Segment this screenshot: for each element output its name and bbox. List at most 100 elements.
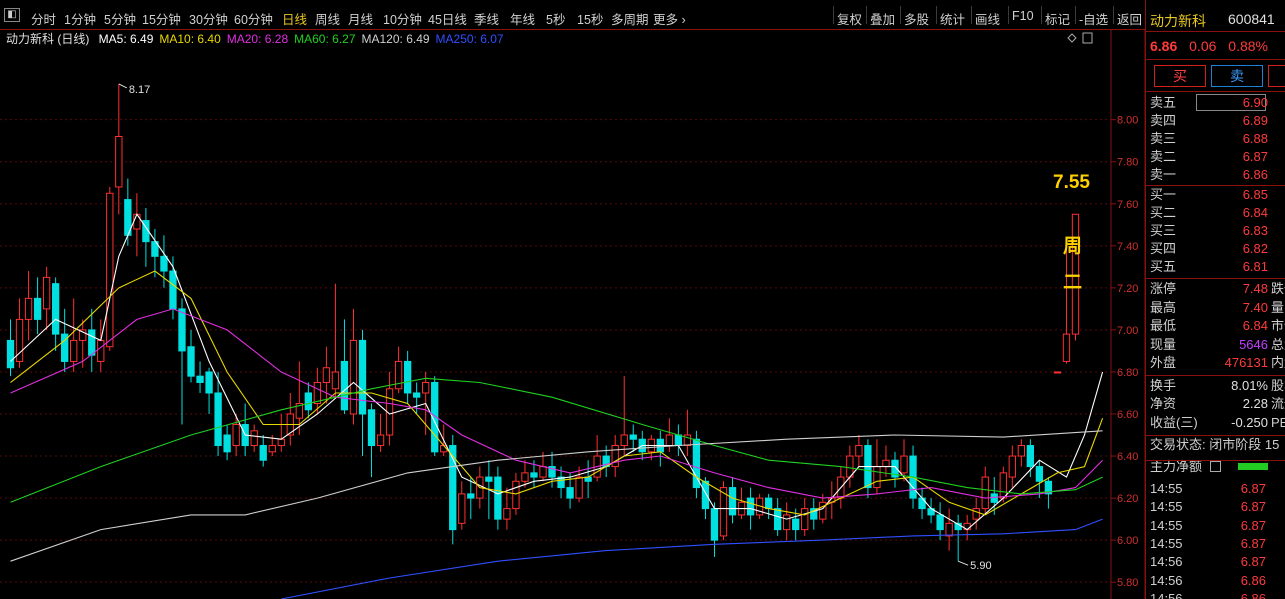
quote-panel: 动力新科 600841 6.86 0.06 0.88% 买 卖 卖五 6.90 卖四… (1145, 0, 1285, 599)
toolbar-separator (936, 6, 937, 24)
bid-row[interactable]: 买四 6.82 (1150, 240, 1285, 258)
period-tab-13[interactable]: 5秒 (546, 9, 565, 28)
toolbar-separator (866, 6, 867, 24)
toolbar-separator (1008, 6, 1009, 24)
ask-row[interactable]: 卖五 6.90 (1150, 94, 1285, 112)
period-tab-10[interactable]: 45日线 (428, 9, 467, 28)
fund-label-2: 流通 (1271, 396, 1285, 411)
period-tab-11[interactable]: 季线 (474, 9, 499, 28)
candle-body (169, 270, 177, 310)
kline-chart[interactable]: 动力新科 (日线) MA5: 6.49 MA10: 6.40 MA20: 6.28 M… (0, 30, 1145, 599)
period-tab-9[interactable]: 10分钟 (383, 9, 422, 28)
annotation-text-char: 周 (1063, 235, 1082, 257)
period-tab-12[interactable]: 年线 (510, 9, 535, 28)
candle-body (792, 518, 800, 531)
candle-body (665, 434, 674, 447)
period-tab-1[interactable]: 1分钟 (64, 9, 96, 28)
ask-row[interactable]: 卖三 6.88 (1150, 130, 1285, 148)
toolbar-tool-0[interactable]: 复权 (837, 9, 862, 28)
fund-value: 8.01% (1231, 377, 1268, 393)
ma-line-ma60 (10, 377, 1103, 503)
annotation-value: 7.55 (1053, 172, 1090, 193)
period-tab-14[interactable]: 15秒 (577, 9, 603, 28)
period-tab-16[interactable]: 更多 › (653, 9, 686, 28)
low-marker-line (957, 560, 969, 566)
fund-label: 换手 (1150, 377, 1177, 393)
bid-row[interactable]: 买五 6.81 (1150, 258, 1285, 276)
toolbar-tool-3[interactable]: 统计 (940, 9, 965, 28)
tick-row: 14:55 6.87 (1150, 480, 1285, 498)
toolbar-tool-5[interactable]: F10 (1012, 9, 1034, 23)
toolbar-tool-7[interactable]: -自选 (1079, 9, 1108, 28)
bid-row[interactable]: 买二 6.84 (1150, 204, 1285, 222)
period-tab-3[interactable]: 15分钟 (142, 9, 181, 28)
period-tab-2[interactable]: 5分钟 (104, 9, 136, 28)
fund-label-2: 股本 (1271, 377, 1285, 393)
toolbar-tool-1[interactable]: 叠加 (870, 9, 895, 28)
annotation-text-char: 二 (1063, 272, 1082, 293)
period-tab-15[interactable]: 多周期 (611, 9, 649, 28)
candle-body (458, 493, 466, 524)
bid-price: 6.84 (1242, 205, 1268, 220)
candle-body (106, 192, 114, 348)
period-tab-7[interactable]: 周线 (315, 9, 340, 28)
y-tick-label: 5.80 (1117, 577, 1138, 589)
toolbar-separator (971, 6, 972, 24)
price-change-percent: 0.88% (1228, 38, 1268, 54)
candle-body (349, 339, 358, 415)
bid-price: 6.85 (1242, 187, 1268, 202)
sell-button[interactable]: 卖 (1211, 65, 1263, 87)
fund-value: 2.28 (1242, 396, 1268, 411)
panel-more-button[interactable] (1268, 65, 1285, 87)
ask-price: 6.88 (1242, 131, 1268, 146)
period-tab-0[interactable]: 分时 (31, 9, 56, 28)
buy-button[interactable]: 买 (1154, 65, 1206, 87)
candle-body (205, 371, 213, 394)
bid-row[interactable]: 买一 6.85 (1150, 186, 1285, 204)
period-tab-6[interactable]: 日线 (282, 9, 307, 28)
toolbar-tool-4[interactable]: 画线 (975, 9, 1000, 28)
period-tab-8[interactable]: 月线 (348, 9, 373, 28)
candle-body (214, 392, 222, 447)
period-tab-4[interactable]: 30分钟 (189, 9, 228, 28)
candle-body (376, 434, 385, 447)
candle-body (394, 360, 403, 390)
y-tick-label: 7.80 (1117, 157, 1138, 169)
stat-label-2: 市值 (1271, 318, 1285, 333)
candle-body (340, 360, 349, 411)
ask-row[interactable]: 卖二 6.87 (1150, 148, 1285, 166)
candle-body (746, 497, 755, 516)
candle-body (773, 508, 782, 531)
bid-row[interactable]: 买三 6.83 (1150, 222, 1285, 240)
candle-body (539, 466, 547, 478)
tick-time: 14:55 (1150, 517, 1183, 533)
ask-row[interactable]: 卖一 6.86 (1150, 166, 1285, 184)
kline-svg[interactable]: 5.80 6.00 6.20 6.40 6.60 6.80 7.00 7.20 7.40 7.60… (0, 30, 1145, 599)
tick-price: 6.87 (1240, 481, 1266, 496)
y-tick-label: 8.00 (1117, 115, 1138, 127)
bid-price: 6.82 (1242, 241, 1268, 256)
toolbar-tool-8[interactable]: 返回 (1117, 9, 1142, 28)
candle-body (1008, 455, 1016, 478)
ask-row[interactable]: 卖四 6.89 (1150, 112, 1285, 130)
fund-label: 收益(三) (1150, 414, 1198, 430)
tick-price: 6.87 (1240, 554, 1266, 570)
candle-body (178, 308, 186, 352)
period-tab-5[interactable]: 60分钟 (234, 9, 273, 28)
candle-body (981, 476, 989, 510)
candle-body (51, 283, 60, 335)
candle-body (972, 508, 980, 520)
candle-body (322, 367, 331, 383)
toolbar-toggle-button[interactable]: ◧ (4, 8, 20, 22)
candle-body (1035, 466, 1044, 482)
toolbar-tool-6[interactable]: 标记 (1045, 9, 1070, 28)
tick-price: 6.86 (1240, 572, 1266, 588)
period-toolbar: ◧ 分时 1分钟 5分钟 15分钟 30分钟 60分钟 日线 周线 月线 10分钟 45日线 季线 年线… (0, 0, 1145, 30)
main-flow-icon[interactable] (1210, 461, 1221, 472)
candle-body (629, 434, 637, 440)
stat-label-2: 总量 (1271, 336, 1285, 352)
toolbar-tool-2[interactable]: 多股 (904, 9, 929, 28)
candle-body (223, 434, 231, 453)
candle-body (566, 487, 574, 499)
candle-body (512, 480, 520, 510)
